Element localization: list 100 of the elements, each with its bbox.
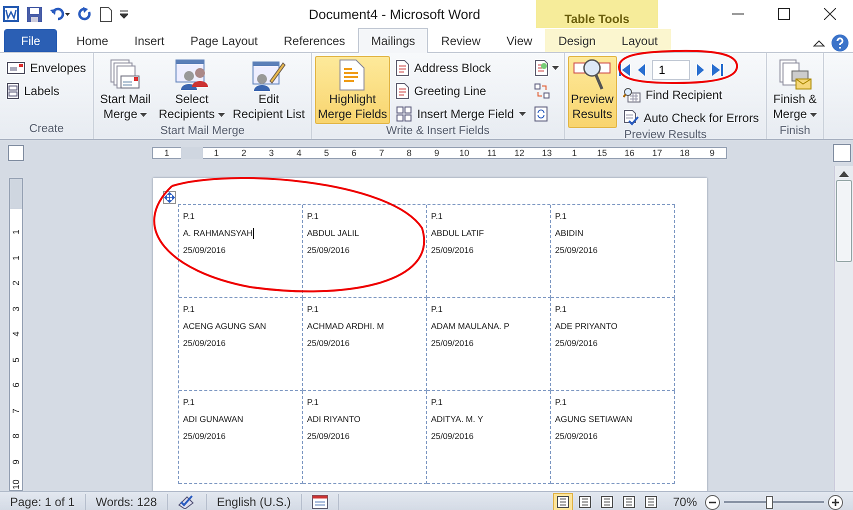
record-field[interactable]: 1 bbox=[652, 60, 690, 80]
ribbon-tab[interactable]: Insert bbox=[121, 29, 178, 52]
maximize-icon[interactable] bbox=[778, 8, 790, 20]
label-name: ADI GUNAWAN bbox=[183, 414, 244, 425]
label-code: P.1 bbox=[183, 397, 196, 408]
label-date: 25/09/2016 bbox=[183, 245, 227, 256]
label-date: 25/09/2016 bbox=[555, 338, 599, 349]
previous-record-icon[interactable] bbox=[636, 63, 646, 77]
field-grid-icon bbox=[396, 106, 412, 122]
group-label: Preview Results bbox=[623, 128, 708, 143]
ribbon-button[interactable]: Labels bbox=[3, 81, 90, 101]
customize-menu-icon[interactable] bbox=[120, 9, 128, 19]
ribbon-button[interactable]: Find Recipient bbox=[618, 85, 763, 105]
ribbon-button[interactable]: Address Block bbox=[392, 58, 530, 78]
first-record-icon[interactable] bbox=[618, 63, 631, 77]
label-name: ADI RIYANTO bbox=[307, 414, 362, 425]
group-label: Write & Insert Fields bbox=[385, 124, 490, 139]
ribbon-tab[interactable]: Layout bbox=[608, 29, 671, 52]
tab-selector[interactable] bbox=[8, 145, 24, 161]
next-record-icon[interactable] bbox=[696, 63, 705, 77]
language[interactable]: English (U.S.) bbox=[206, 494, 302, 510]
ribbon-button[interactable]: Auto Check for Errors bbox=[618, 108, 763, 128]
ribbon-button[interactable]: Greeting Line bbox=[392, 81, 530, 101]
update-labels-icon bbox=[534, 106, 548, 122]
close-icon[interactable] bbox=[824, 8, 836, 20]
label-name: ABDUL JALIL bbox=[307, 228, 360, 239]
page-view-icon bbox=[556, 496, 570, 508]
context-tab-group: Table Tools bbox=[536, 0, 658, 28]
ribbon-button[interactable]: Envelopes bbox=[3, 58, 90, 78]
vertical-ruler: 1 1 2 3 4 5 6 7 8 9 10 bbox=[9, 178, 23, 491]
magnifier-icon bbox=[573, 59, 612, 91]
view-ruler-button[interactable] bbox=[833, 144, 851, 162]
ribbon-tab[interactable]: Page Layout bbox=[177, 29, 271, 52]
document-icon bbox=[396, 60, 410, 76]
new-document-icon[interactable] bbox=[100, 6, 112, 22]
label-code: P.1 bbox=[555, 304, 568, 315]
ribbon-tab[interactable]: References bbox=[270, 29, 358, 52]
label-name: ACHMAD ARDHI. M bbox=[307, 321, 385, 332]
page-view-icon bbox=[622, 496, 636, 508]
label-code: P.1 bbox=[431, 211, 444, 222]
zoom-out-button[interactable] bbox=[705, 494, 720, 510]
label-code: P.1 bbox=[431, 304, 444, 315]
last-record-icon[interactable] bbox=[710, 63, 723, 77]
scroll-up-icon[interactable] bbox=[839, 170, 849, 178]
help-icon[interactable] bbox=[831, 34, 849, 52]
page-count[interactable]: Page: 1 of 1 bbox=[0, 494, 86, 510]
people-list-pencil-icon bbox=[252, 59, 286, 91]
people-list-icon bbox=[174, 59, 209, 91]
view-button[interactable] bbox=[552, 493, 573, 510]
zoom-in-button[interactable] bbox=[828, 494, 843, 510]
ribbon-tab[interactable]: File bbox=[4, 29, 58, 52]
label-date: 25/09/2016 bbox=[307, 245, 351, 256]
label-code: P.1 bbox=[307, 304, 320, 315]
ribbon-tab[interactable]: Design bbox=[545, 29, 609, 52]
save-icon[interactable] bbox=[27, 6, 42, 22]
word-logo-icon bbox=[3, 6, 19, 22]
label-name: ACENG AGUNG SAN bbox=[183, 321, 268, 332]
label-date: 25/09/2016 bbox=[555, 245, 599, 256]
envelope-icon bbox=[7, 62, 25, 74]
undo-icon[interactable] bbox=[50, 7, 70, 21]
label-date: 25/09/2016 bbox=[183, 338, 227, 349]
label-code: P.1 bbox=[183, 304, 196, 315]
label-code: P.1 bbox=[555, 397, 568, 408]
redo-icon[interactable] bbox=[78, 7, 92, 21]
ribbon-button[interactable]: Edit Recipient List bbox=[230, 56, 308, 124]
ribbon-button[interactable]: Select Recipients bbox=[156, 56, 228, 124]
ribbon-button[interactable]: Preview Results bbox=[568, 56, 617, 128]
ribbon-button[interactable]: Highlight Merge Fields bbox=[314, 56, 390, 124]
ribbon-tab[interactable]: View bbox=[494, 29, 546, 52]
ribbon-tab[interactable]: Home bbox=[63, 29, 122, 52]
label-name: ADITYA. M. Y bbox=[431, 414, 484, 425]
move-handle-icon[interactable] bbox=[163, 191, 176, 204]
macro-icon[interactable] bbox=[312, 495, 328, 509]
ribbon-button[interactable]: Insert Merge Field bbox=[392, 104, 530, 124]
horizontal-ruler: 1 1 2 3 4 5 6 7 8 9 10 11 12 13 1 15 16 17 18 9 bbox=[152, 147, 727, 159]
word-count[interactable]: Words: 128 bbox=[86, 494, 168, 510]
ribbon-tab[interactable]: Mailings bbox=[358, 28, 428, 53]
label-date: 25/09/2016 bbox=[307, 338, 351, 349]
label-date: 25/09/2016 bbox=[555, 431, 599, 442]
scroll-thumb[interactable] bbox=[836, 180, 852, 262]
label-sheet-icon bbox=[7, 83, 19, 99]
group-label: Finish bbox=[778, 124, 812, 139]
collapse-ribbon-icon[interactable] bbox=[813, 38, 825, 48]
document-stack-icon bbox=[109, 59, 142, 91]
ribbon-button[interactable]: Finish & Merge bbox=[770, 56, 820, 124]
label-date: 25/09/2016 bbox=[183, 431, 227, 442]
zoom-level[interactable]: 70% bbox=[660, 495, 705, 509]
label-name: A. RAHMANSYAH bbox=[183, 228, 256, 239]
label-code: P.1 bbox=[431, 397, 444, 408]
ribbon-button[interactable]: Start Mail Merge bbox=[97, 56, 154, 124]
match-fields-icon bbox=[534, 83, 550, 99]
window-title: Document4 - Microsoft Word bbox=[308, 6, 482, 22]
label-name: ABDUL LATIF bbox=[431, 228, 485, 239]
rules-icon bbox=[534, 60, 550, 76]
ribbon-tab[interactable]: Review bbox=[428, 29, 494, 52]
label-name: ADE PRIYANTO bbox=[555, 321, 619, 332]
proofing-icon[interactable] bbox=[178, 495, 196, 509]
label-name: AGUNG SETIAWAN bbox=[555, 414, 634, 425]
label-code: P.1 bbox=[555, 211, 568, 222]
label-name: ABIDIN bbox=[555, 228, 584, 239]
